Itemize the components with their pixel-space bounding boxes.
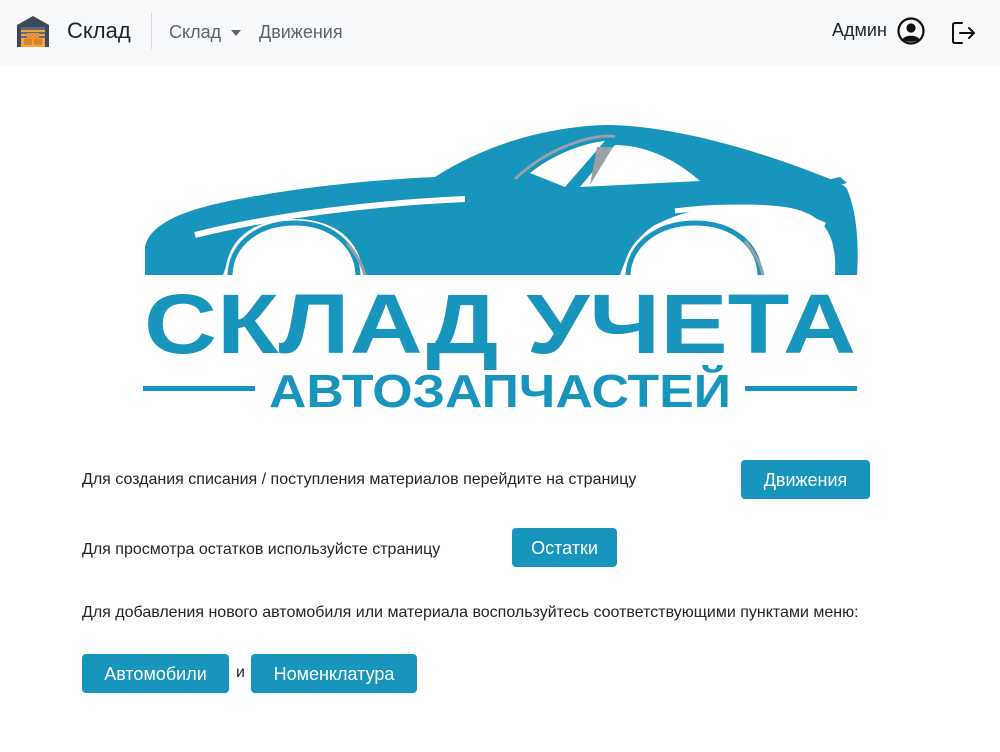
logo-line-right (745, 386, 857, 391)
brand-title[interactable]: Склад (67, 18, 131, 44)
logout-icon[interactable] (951, 20, 977, 46)
add-hint-text: Для добавления нового автомобиля или мат… (82, 604, 859, 621)
cars-button[interactable]: Автомобили (82, 654, 229, 693)
logo: СКЛАД УЧЕТА АВТОЗАПЧАСТЕЙ (143, 125, 858, 415)
movements-hint-text: Для создания списания / поступления мате… (82, 471, 637, 488)
chevron-down-icon[interactable] (231, 30, 241, 36)
nav-movements-link[interactable]: Движения (259, 22, 343, 43)
user-circle-icon[interactable] (897, 17, 925, 45)
nav-warehouse-dropdown[interactable]: Склад (169, 22, 221, 43)
user-name[interactable]: Админ (832, 20, 887, 41)
logo-line-left (143, 386, 255, 391)
movements-button[interactable]: Движения (741, 460, 870, 499)
warehouse-icon[interactable] (15, 13, 51, 49)
conjunction-text: и (236, 664, 245, 681)
top-navbar: Склад Склад Движения Админ (0, 0, 1000, 66)
stock-button[interactable]: Остатки (512, 528, 617, 567)
navbar-divider (151, 13, 152, 49)
nomenclature-button[interactable]: Номенклатура (251, 654, 417, 693)
stock-hint-text: Для просмотра остатков используйсте стра… (82, 541, 441, 558)
logo-title-line2: АВТОЗАПЧАСТЕЙ (269, 365, 731, 415)
logo-title-line1: СКЛАД УЧЕТА (144, 277, 856, 371)
